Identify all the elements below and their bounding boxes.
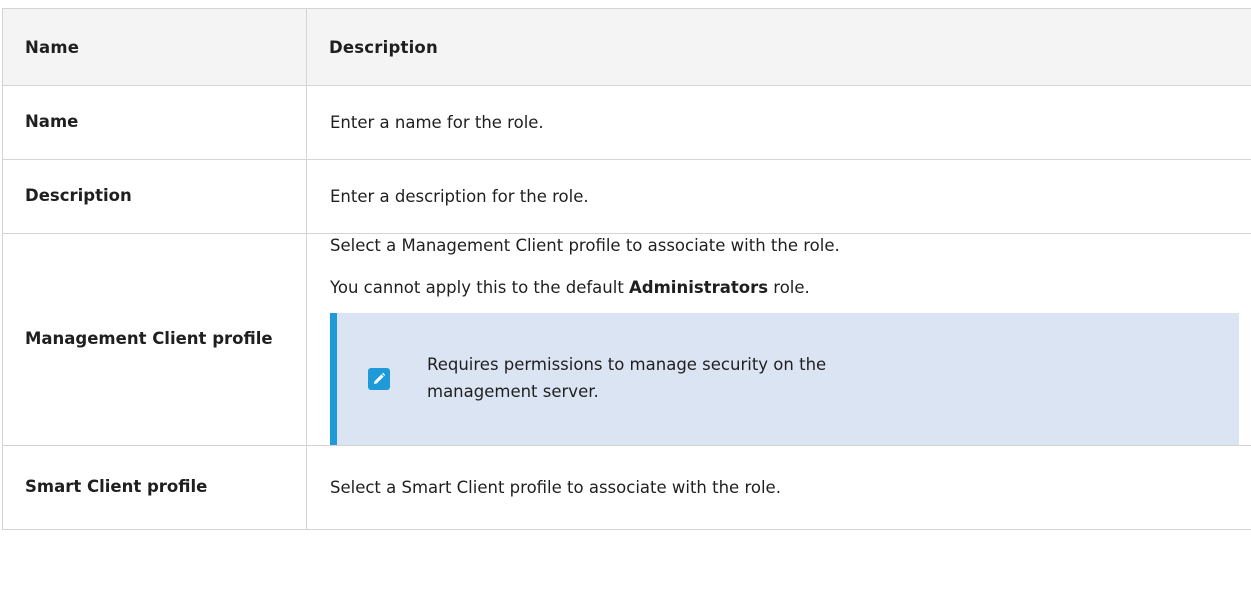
description-text: role.	[768, 278, 810, 298]
row-description-cell: Enter a name for the role.	[306, 85, 1251, 160]
table-header-row: Name Description	[2, 8, 1251, 86]
administrators-role-term: Administrators	[629, 278, 769, 298]
table-row: Description Enter a description for the …	[2, 159, 1251, 234]
header-description: Description	[306, 8, 1251, 86]
table-row: Smart Client profile Select a Smart Clie…	[2, 445, 1251, 531]
row-name-cell: Description	[2, 159, 307, 234]
description-line: You cannot apply this to the default Adm…	[330, 276, 1251, 299]
header-name: Name	[2, 8, 307, 86]
note-callout: Requires permissions to manage security …	[330, 313, 1239, 446]
description-text: You cannot apply this to the default	[330, 278, 630, 298]
description-line: Select a Management Client profile to as…	[330, 236, 840, 255]
row-description-cell: Enter a description for the role.	[306, 159, 1251, 234]
row-name-cell: Management Client profile	[2, 232, 307, 447]
document-page: Name Description Name Enter a name for t…	[0, 0, 1251, 600]
row-name-cell: Name	[2, 85, 307, 160]
role-properties-table: Name Description Name Enter a name for t…	[2, 8, 1251, 531]
table-row: Management Client profile Select a Manag…	[2, 232, 1251, 447]
pencil-note-icon	[368, 368, 390, 391]
note-text: Requires permissions to manage security …	[427, 355, 827, 402]
row-description-cell: Select a Smart Client profile to associa…	[306, 445, 1251, 531]
row-name-cell: Smart Client profile	[2, 445, 307, 531]
row-description-cell: Select a Management Client profile to as…	[306, 232, 1251, 447]
table-row: Name Enter a name for the role.	[2, 85, 1251, 160]
